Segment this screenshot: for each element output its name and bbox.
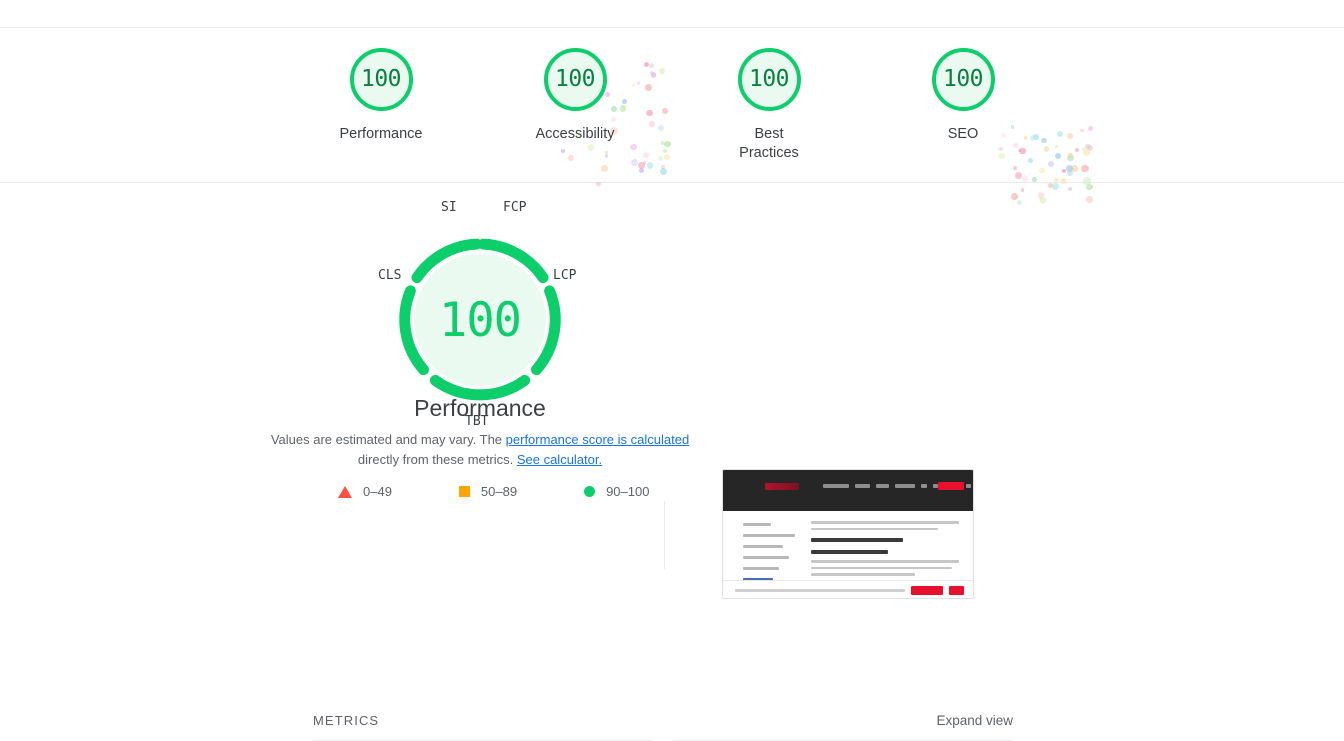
performance-score-link[interactable]: performance score is calculated — [506, 432, 690, 447]
arc-label-si: SI — [441, 200, 457, 215]
score-value-best-practices: 100 — [749, 68, 789, 91]
page-screenshot-thumbnail[interactable]: Copywriting — [722, 469, 974, 599]
legend-range-pass: 90–100 — [606, 484, 649, 499]
legend-item-pass: 90–100 — [584, 484, 649, 499]
metrics-section-title: METRICS — [313, 713, 379, 728]
performance-gauge: 100 SI FCP LCP CLS TBT — [379, 220, 581, 420]
score-value-performance: 100 — [361, 68, 401, 91]
score-gauges: 100 Performance 100 Accessibility 100 Be… — [0, 28, 1344, 164]
score-gauge-best-practices[interactable]: 100 BestPractices — [689, 48, 849, 164]
performance-score-value: 100 — [379, 220, 581, 420]
score-label-accessibility: Accessibility — [536, 125, 615, 144]
thumbnail-cookie-bar — [723, 580, 973, 599]
scores-strip: 100 Performance 100 Accessibility 100 Be… — [0, 28, 1344, 182]
thumbnail-cookie-close-button — [949, 586, 964, 595]
metrics-header: METRICS Expand view — [313, 713, 1013, 728]
score-legend: 0–49 50–89 90–100 — [338, 484, 649, 499]
arc-label-fcp: FCP — [503, 200, 526, 215]
column-divider — [664, 501, 665, 569]
thumbnail-cookie-accept-button — [911, 586, 943, 595]
arc-label-cls: CLS — [378, 268, 401, 283]
thumbnail-cookie-text — [735, 589, 905, 592]
legend-item-fail: 0–49 — [338, 484, 392, 499]
gauge-ring-seo: 100 — [932, 48, 995, 111]
score-label-performance: Performance — [339, 125, 422, 144]
gauge-ring-best-practices: 100 — [738, 48, 801, 111]
score-label-best-practices: BestPractices — [739, 125, 799, 164]
score-value-accessibility: 100 — [555, 68, 595, 91]
thumbnail-logo — [765, 483, 799, 490]
disclaimer-text-1: Values are estimated and may vary. The — [271, 432, 506, 447]
see-calculator-link[interactable]: See calculator. — [517, 452, 602, 467]
thumbnail-body — [723, 511, 973, 599]
section-divider — [0, 182, 1344, 183]
legend-range-fail: 0–49 — [363, 484, 392, 499]
triangle-icon — [338, 486, 352, 498]
performance-title: Performance — [0, 395, 960, 422]
thumbnail-cta-button — [938, 482, 964, 490]
score-gauge-accessibility[interactable]: 100 Accessibility — [495, 48, 655, 144]
gauge-ring-performance: 100 — [350, 48, 413, 111]
legend-item-average: 50–89 — [459, 484, 517, 499]
arc-label-lcp: LCP — [553, 268, 576, 283]
circle-icon — [584, 486, 595, 497]
lighthouse-report: 100 Performance 100 Accessibility 100 Be… — [0, 0, 1344, 741]
score-gauge-performance[interactable]: 100 Performance — [301, 48, 461, 144]
score-label-seo: SEO — [948, 125, 979, 144]
legend-range-average: 50–89 — [481, 484, 517, 499]
square-icon — [459, 486, 470, 497]
top-bar — [0, 0, 1344, 27]
disclaimer-text-2: directly from these metrics. — [358, 452, 517, 467]
performance-disclaimer: Values are estimated and may vary. The p… — [260, 430, 700, 470]
score-gauge-seo[interactable]: 100 SEO — [883, 48, 1043, 144]
thumbnail-header: Copywriting — [723, 470, 973, 511]
score-value-seo: 100 — [943, 68, 983, 91]
gauge-ring-accessibility: 100 — [544, 48, 607, 111]
expand-view-button[interactable]: Expand view — [936, 713, 1013, 728]
